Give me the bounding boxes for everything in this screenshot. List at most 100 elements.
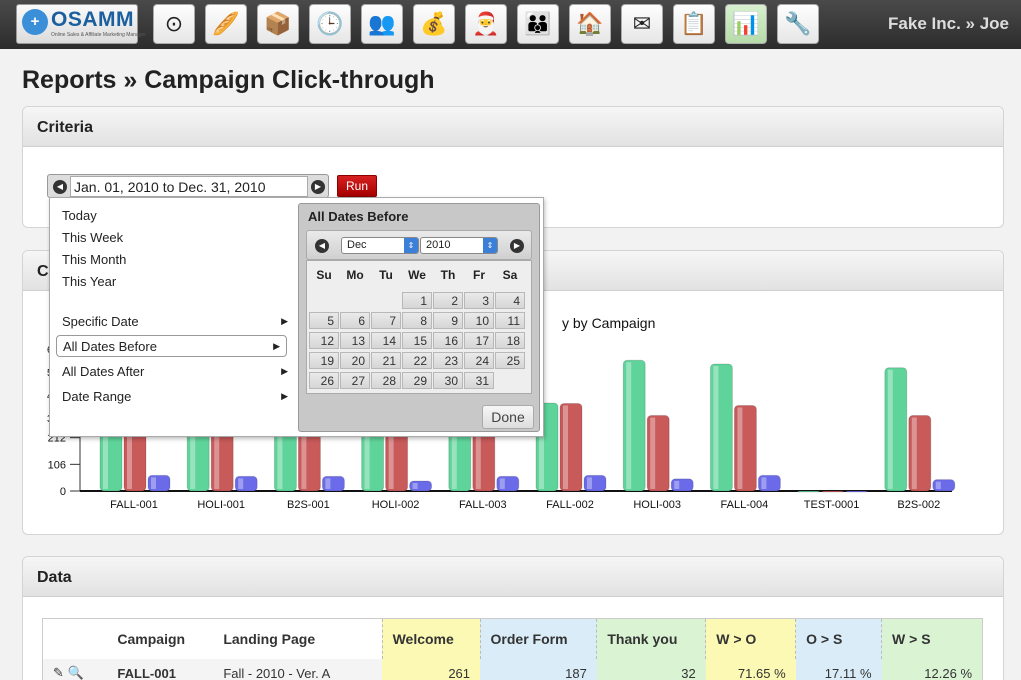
bar-highlight bbox=[325, 478, 331, 489]
menu-item-this-week[interactable]: This Week bbox=[62, 230, 123, 245]
bar-highlight bbox=[499, 478, 505, 489]
column-header[interactable]: Thank you bbox=[596, 618, 706, 659]
calendar-day[interactable]: 25 bbox=[495, 352, 525, 369]
column-header[interactable]: O > S bbox=[795, 618, 882, 659]
column-header[interactable] bbox=[42, 618, 108, 659]
calendar-day[interactable]: 9 bbox=[433, 312, 463, 329]
clock-icon[interactable]: 🕒 bbox=[309, 4, 351, 44]
menu-item-all-dates-before[interactable]: All Dates Before ▶ bbox=[56, 335, 287, 357]
next-range-icon[interactable]: ▶ bbox=[311, 180, 325, 194]
calendar-day[interactable]: 28 bbox=[371, 372, 401, 389]
calendar-day[interactable]: 21 bbox=[371, 352, 401, 369]
calendar-day[interactable]: 11 bbox=[495, 312, 525, 329]
column-header[interactable]: W > O bbox=[705, 618, 796, 659]
column-header[interactable]: Order Form bbox=[479, 618, 597, 659]
date-range-picker[interactable]: ◀ Jan. 01, 2010 to Dec. 31, 2010 ▶ bbox=[47, 174, 329, 198]
house-icon[interactable]: 🏠 bbox=[569, 4, 611, 44]
calendar-day[interactable]: 26 bbox=[309, 372, 339, 389]
money-bag-icon[interactable]: 💰 bbox=[413, 4, 455, 44]
bar-highlight bbox=[587, 477, 592, 489]
weekday-label: Sa bbox=[502, 268, 518, 282]
bread-icon[interactable]: 🥖 bbox=[205, 4, 247, 44]
weekday-label: Su bbox=[316, 268, 332, 282]
calendar-day[interactable]: 4 bbox=[495, 292, 525, 309]
x-tick-label: FALL-003 bbox=[459, 499, 507, 511]
menu-item-today[interactable]: Today bbox=[62, 208, 97, 223]
table-cell: ✎ 🔍 bbox=[42, 658, 108, 680]
calendar-day[interactable]: 13 bbox=[340, 332, 370, 349]
column-header[interactable]: W > S bbox=[881, 618, 983, 659]
bar-chart-icon[interactable]: 📊 bbox=[725, 4, 767, 44]
calendar-day[interactable]: 19 bbox=[309, 352, 339, 369]
run-button[interactable]: Run bbox=[337, 175, 377, 197]
user-account[interactable]: Fake Inc. » Joe bbox=[888, 14, 1009, 34]
menu-item-this-year[interactable]: This Year bbox=[62, 274, 116, 289]
prev-range-icon[interactable]: ◀ bbox=[53, 180, 67, 194]
calendar-day[interactable]: 15 bbox=[402, 332, 432, 349]
calendar-day[interactable]: 2 bbox=[433, 292, 463, 309]
search-icon[interactable]: 🔍 bbox=[68, 665, 84, 680]
clipboard-icon[interactable]: 📋 bbox=[673, 4, 715, 44]
column-header[interactable]: Landing Page bbox=[213, 618, 383, 659]
menu-item-date-range[interactable]: Date Range ▶ bbox=[62, 389, 288, 404]
table-cell: 32 bbox=[596, 658, 706, 680]
calendar-day[interactable]: 1 bbox=[402, 292, 432, 309]
menu-item-all-dates-after[interactable]: All Dates After ▶ bbox=[62, 364, 288, 379]
date-range-input[interactable]: Jan. 01, 2010 to Dec. 31, 2010 bbox=[70, 176, 308, 197]
calendar-day[interactable]: 27 bbox=[340, 372, 370, 389]
calendar-day[interactable]: 20 bbox=[340, 352, 370, 369]
x-tick-label: HOLI-003 bbox=[633, 499, 681, 511]
calendar-day[interactable]: 23 bbox=[433, 352, 463, 369]
calendar-day[interactable]: 5 bbox=[309, 312, 339, 329]
calendar-day[interactable]: 12 bbox=[309, 332, 339, 349]
calendar-day[interactable]: 8 bbox=[402, 312, 432, 329]
users-icon[interactable]: 👥 bbox=[361, 4, 403, 44]
column-header[interactable]: Campaign bbox=[107, 618, 214, 659]
bar-highlight bbox=[713, 365, 719, 489]
prev-month-icon[interactable]: ◀ bbox=[315, 239, 329, 253]
calendar-day[interactable]: 29 bbox=[402, 372, 432, 389]
menu-item-label: Date Range bbox=[62, 389, 132, 404]
edit-icon[interactable]: ✎ bbox=[53, 665, 64, 680]
chevron-right-icon: ▶ bbox=[281, 316, 288, 326]
calendar-day[interactable]: 6 bbox=[340, 312, 370, 329]
menu-item-specific-date[interactable]: Specific Date ▶ bbox=[62, 314, 288, 329]
calendar-day[interactable]: 30 bbox=[433, 372, 463, 389]
y-tick-label: 106 bbox=[48, 459, 66, 471]
box-icon[interactable]: 📦 bbox=[257, 4, 299, 44]
next-month-icon[interactable]: ▶ bbox=[510, 239, 524, 253]
menu-item-label: All Dates Before bbox=[63, 339, 157, 354]
osamm-logo[interactable]: + OSAMM Online Sales & Affiliate Marketi… bbox=[16, 4, 146, 44]
column-header[interactable]: Welcome bbox=[381, 618, 481, 659]
data-heading: Data bbox=[23, 557, 1003, 597]
calendar-day[interactable]: 24 bbox=[464, 352, 494, 369]
calendar-day[interactable]: 18 bbox=[495, 332, 525, 349]
calendar-day[interactable]: 17 bbox=[464, 332, 494, 349]
calendar-day[interactable]: 7 bbox=[371, 312, 401, 329]
envelope-icon[interactable]: ✉ bbox=[621, 4, 663, 44]
menu-item-this-month[interactable]: This Month bbox=[62, 252, 126, 267]
select-arrows-icon: ⇕ bbox=[404, 238, 418, 253]
bar bbox=[797, 490, 821, 493]
date-preset-menu: Today This Week This Month This Year Spe… bbox=[49, 197, 544, 437]
x-tick-label: B2S-002 bbox=[897, 499, 940, 511]
table-row[interactable]: ✎ 🔍 FALL-001 Fall - 2010 - Ver. A 261 187 32 7… bbox=[42, 658, 983, 680]
calendar-day[interactable]: 16 bbox=[433, 332, 463, 349]
bar-highlight bbox=[151, 477, 156, 489]
crowd-icon[interactable]: 👪 bbox=[517, 4, 559, 44]
month-select[interactable]: Dec ⇕ bbox=[341, 237, 419, 254]
calendar-day[interactable]: 14 bbox=[371, 332, 401, 349]
calendar-day[interactable]: 10 bbox=[464, 312, 494, 329]
santa-icon[interactable]: 🎅 bbox=[465, 4, 507, 44]
table-cell: 12.26 % bbox=[881, 658, 983, 680]
calendar-day[interactable]: 3 bbox=[464, 292, 494, 309]
criteria-heading: Criteria bbox=[23, 107, 1003, 147]
logo-name: OSAMM bbox=[51, 8, 134, 31]
done-button[interactable]: Done bbox=[482, 405, 534, 429]
y-tick-label: 0 bbox=[60, 486, 66, 498]
calendar-day[interactable]: 31 bbox=[464, 372, 494, 389]
calendar-day[interactable]: 22 bbox=[402, 352, 432, 369]
year-select[interactable]: 2010 ⇕ bbox=[420, 237, 498, 254]
tools-icon[interactable]: 🔧 bbox=[777, 4, 819, 44]
dashboard-icon[interactable]: ⊙ bbox=[153, 4, 195, 44]
